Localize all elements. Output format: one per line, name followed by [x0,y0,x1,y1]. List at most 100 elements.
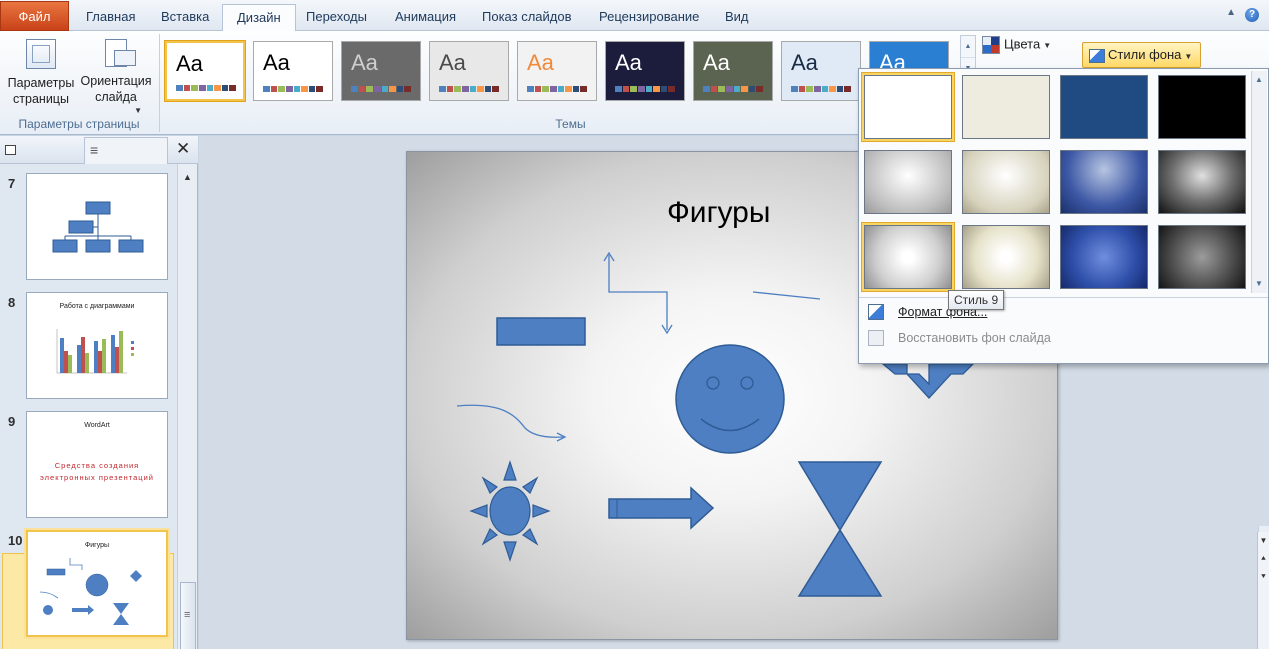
background-style-radial-cream[interactable] [962,225,1050,289]
slide-thumbnail-10[interactable]: Фигуры [26,530,168,637]
theme-theme-3[interactable]: Aa [341,41,421,101]
slide-thumbnail-8[interactable]: Работа с диаграммами [26,292,168,399]
tab-design[interactable]: Дизайн [222,4,296,32]
sun-shape [469,460,551,562]
background-style-solid-navy[interactable] [1060,75,1148,139]
dropdown-scrollbar[interactable]: ▲ ▼ [1251,71,1267,293]
scroll-down-icon[interactable]: ▼ [1255,279,1263,288]
background-style-radial-black[interactable] [1158,225,1246,289]
theme-color-swatches [703,86,763,92]
theme-theme-6[interactable]: Aa [605,41,685,101]
orientation-icon [105,39,136,67]
background-style-radial-navy[interactable] [1060,225,1148,289]
group-separator [159,34,160,132]
scroll-up-icon[interactable]: ▲ [1255,75,1263,84]
zoom-nav-strip[interactable]: ▼ ⯅ ⯆ [1257,532,1269,649]
theme-color-swatches [263,86,323,92]
background-style-grad-cream[interactable] [962,150,1050,214]
background-style-solid-cream[interactable] [962,75,1050,139]
tab-insert[interactable]: Вставка [147,4,223,31]
theme-theme-2[interactable]: Aa [253,41,333,101]
theme-theme-8[interactable]: Aa [781,41,861,101]
background-styles-dropdown: ▲ ▼ Формат фона... Восстановить фон слай… [858,68,1269,364]
slide-orientation-label: Ориентация слайда [80,74,152,104]
org-chart-preview [52,201,144,253]
background-style-radial-silver[interactable] [864,225,952,289]
elbow-connector-shape [608,255,668,330]
chevron-down-icon: ▼ [1043,41,1052,51]
theme-sample-text: Aa [351,50,378,75]
background-style-grad-black[interactable] [1158,150,1246,214]
quad-arrow-shape [881,363,975,399]
background-style-solid-white[interactable] [864,75,952,139]
theme-sample-text: Aa [791,50,818,75]
block-arrow-shape [608,486,715,530]
slide-thumb-title: Фигуры [84,542,110,549]
background-style-grad-navy[interactable] [1060,150,1148,214]
tab-file[interactable]: Файл [0,1,69,31]
theme-sample-text: Aa [527,50,554,75]
theme-color-swatches [176,85,236,91]
slides-panel-scrollbar[interactable]: ▲ [177,164,197,649]
scroll-up-icon[interactable]: ▲ [183,172,192,182]
scroll-thumb[interactable] [180,582,196,649]
tab-review[interactable]: Рецензирование [585,4,713,31]
slide-thumbnail-7[interactable] [26,173,168,280]
scroll-down-icon[interactable]: ▼ [1258,532,1269,550]
theme-sample-text: Aa [263,50,290,75]
gallery-up-icon[interactable]: ▲ [961,36,975,58]
page-setup-button[interactable]: Параметры страницы [4,39,78,107]
theme-theme-7[interactable]: Aa [693,41,773,101]
slide-orientation-button[interactable]: Ориентация слайда ▼ [78,39,154,115]
slide-thumbnails: 7 8 Работа с диаграммами 9 WordArt Средс… [0,164,176,649]
paint-bucket-icon [1089,48,1105,63]
theme-office[interactable]: Aa [165,41,245,101]
rectangle-shape [496,317,586,346]
theme-sample-text: Aa [615,50,642,75]
tab-animation[interactable]: Анимация [381,4,470,31]
themes-gallery: Aa Aa Aa Aa Aa Aa Aa Aa Aa [163,35,978,107]
page-setup-group-label: Параметры страницы [18,117,140,131]
theme-colors-button[interactable]: Цвета ▼ [982,36,1051,54]
style-tooltip: Стиль 9 [948,290,1005,310]
theme-color-swatches [791,86,851,92]
format-background-icon [868,304,884,320]
hourglass-shape [797,461,883,597]
ribbon-tab-bar: Файл Главная Вставка Дизайн Переходы Ани… [0,0,1269,32]
reset-background-label: Восстановить фон слайда [898,331,1051,345]
format-background-item[interactable]: Формат фона... [865,300,1261,324]
outline-tab-icon[interactable] [84,137,168,164]
theme-color-swatches [527,86,587,92]
theme-sample-text: Aa [439,50,466,75]
tab-slideshow[interactable]: Показ слайдов [468,4,586,31]
reset-background-item[interactable]: Восстановить фон слайда [865,326,1261,350]
slide-number: 8 [8,295,16,310]
slides-panel: ✕ 7 8 Работа с диаграммами [0,136,198,649]
slide-thumb-title: Работа с диаграммами [59,303,135,310]
minimize-ribbon-icon[interactable]: ▲ [1226,7,1236,18]
page-setup-icon [26,39,56,69]
theme-sample-text: Aa [176,51,203,76]
tab-transitions[interactable]: Переходы [292,4,381,31]
close-icon[interactable]: ✕ [176,139,190,159]
wordart-preview-text: Средства создания электронных презентаци… [40,461,154,482]
theme-color-swatches [351,86,411,92]
chevron-down-icon: ▼ [1184,52,1193,61]
background-style-solid-black[interactable] [1158,75,1246,139]
next-slide-icon[interactable]: ⯆ [1258,568,1269,586]
theme-theme-4[interactable]: Aa [429,41,509,101]
tab-home[interactable]: Главная [72,4,149,31]
menu-separator [859,297,1268,298]
page-setup-label: Параметры страницы [7,76,75,106]
slide-thumbnail-9[interactable]: WordArt Средства создания электронных пр… [26,411,168,518]
slides-tab-icon[interactable] [5,145,16,155]
prev-slide-icon[interactable]: ⯅ [1258,550,1269,568]
help-icon[interactable]: ? [1245,8,1259,22]
theme-theme-5[interactable]: Aa [517,41,597,101]
smiley-face-shape [675,344,785,454]
tab-view[interactable]: Вид [711,4,763,31]
background-styles-button[interactable]: Стили фона ▼ [1082,42,1202,68]
themes-group-label: Темы [555,117,586,131]
curved-arrow-shape [456,404,564,438]
background-style-grad-silver[interactable] [864,150,952,214]
